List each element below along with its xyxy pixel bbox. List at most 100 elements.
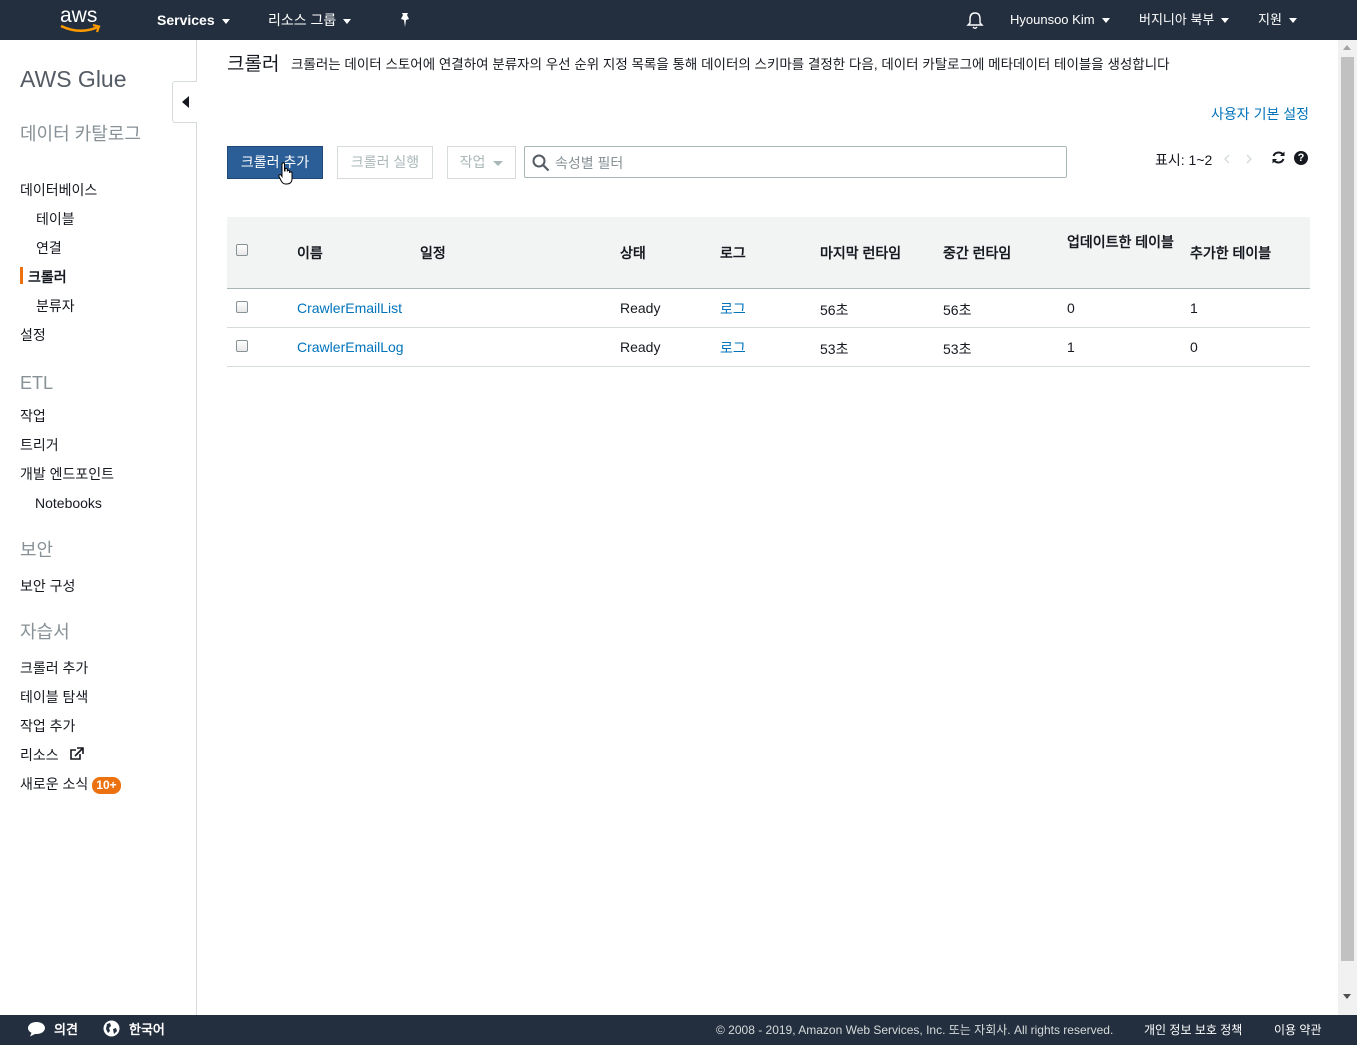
crawler-logs-link[interactable]: 로그: [720, 299, 746, 319]
sidebar-section-tutorials: 자습서: [20, 622, 70, 642]
column-header-name[interactable]: 이름: [297, 243, 323, 263]
globe-icon: [103, 1020, 120, 1037]
sidebar-item-add-crawler[interactable]: 크롤러 추가: [20, 658, 88, 678]
action-dropdown-label: 작업: [459, 154, 486, 170]
crawler-logs-link[interactable]: 로그: [720, 338, 746, 358]
pagination: 표시: 1~2: [1155, 150, 1212, 170]
page-title: 크롤러: [227, 54, 280, 75]
support-label: 지원: [1258, 12, 1282, 27]
column-header-tables-added[interactable]: 추가한 테이블: [1190, 243, 1271, 263]
page-scrollbar[interactable]: [1338, 40, 1357, 1015]
crawler-status: Ready: [620, 339, 661, 355]
notification-bell-icon[interactable]: [966, 11, 984, 29]
crawler-tables-added: 0: [1190, 339, 1198, 355]
scroll-up-icon[interactable]: [1343, 45, 1351, 50]
crawler-name-link[interactable]: CrawlerEmailList: [297, 300, 402, 316]
column-header-median-runtime[interactable]: 중간 런타임: [943, 243, 1011, 263]
whats-new-badge: 10+: [92, 777, 121, 794]
crawler-tables-added: 1: [1190, 300, 1198, 316]
sidebar-item-settings[interactable]: 설정: [20, 325, 46, 345]
privacy-policy-link[interactable]: 개인 정보 보호 정책: [1144, 1015, 1242, 1045]
language-selector[interactable]: 한국어: [103, 1015, 165, 1045]
sidebar-item-explore-table[interactable]: 테이블 탐색: [20, 687, 88, 707]
chevron-down-icon: [221, 18, 230, 24]
table-row[interactable]: CrawlerEmailList Ready 로그 56초 56초 0 1: [227, 289, 1310, 328]
hand-cursor-icon: [278, 162, 293, 185]
help-icon[interactable]: ?: [1294, 151, 1308, 165]
feedback-label: 의견: [54, 1022, 78, 1037]
active-indicator: [20, 267, 23, 284]
crawler-name-link[interactable]: CrawlerEmailLog: [297, 339, 404, 355]
column-header-tables-updated[interactable]: 업데이트한 테이블: [1067, 225, 1177, 260]
terms-link[interactable]: 이용 약관: [1274, 1015, 1322, 1045]
crawler-median-runtime: 56초: [943, 302, 972, 318]
crawler-tables-updated: 0: [1067, 300, 1075, 316]
chevron-right-icon[interactable]: [1246, 154, 1252, 164]
top-navigation-bar: aws Services 리소스 그룹 Hyounsoo Kim 버지니아 북부…: [0, 0, 1357, 40]
chevron-down-icon: [1101, 18, 1110, 24]
sidebar-item-resources-label: 리소스: [20, 747, 59, 763]
column-header-logs[interactable]: 로그: [720, 243, 746, 263]
sidebar-item-add-job[interactable]: 작업 추가: [20, 716, 75, 736]
sidebar-item-classifiers[interactable]: 분류자: [36, 296, 75, 316]
chevron-left-icon[interactable]: [1224, 154, 1230, 164]
refresh-icon[interactable]: [1271, 150, 1286, 165]
region-name: 버지니아 북부: [1139, 12, 1215, 27]
sidebar: AWS Glue 데이터 카탈로그 데이터베이스 테이블 연결 크롤러 분류자 …: [0, 40, 197, 1015]
resource-groups-menu[interactable]: 리소스 그룹: [268, 0, 352, 40]
table-row[interactable]: CrawlerEmailLog Ready 로그 53초 53초 1 0: [227, 328, 1310, 367]
sidebar-item-jobs[interactable]: 작업: [20, 406, 46, 426]
table-header-row: 이름 일정 상태 로그 마지막 런타임 중간 런타임 업데이트한 테이블 추가한…: [227, 217, 1310, 289]
add-crawler-button[interactable]: 크롤러 추가: [227, 146, 323, 179]
column-header-last-runtime[interactable]: 마지막 런타임: [820, 243, 901, 263]
scroll-down-icon[interactable]: [1343, 994, 1351, 999]
sidebar-section-data-catalog: 데이터 카탈로그: [20, 124, 141, 144]
feedback-button[interactable]: 의견: [27, 1015, 78, 1045]
sidebar-item-security-config[interactable]: 보안 구성: [20, 576, 75, 596]
row-checkbox[interactable]: [236, 301, 248, 313]
language-label: 한국어: [129, 1022, 165, 1037]
row-checkbox[interactable]: [236, 340, 248, 352]
sidebar-item-whats-new-label: 새로운 소식: [20, 776, 89, 792]
aws-logo[interactable]: aws: [60, 5, 104, 35]
sidebar-item-databases[interactable]: 데이터베이스: [20, 180, 97, 200]
sidebar-item-notebooks[interactable]: Notebooks: [35, 495, 102, 511]
user-name: Hyounsoo Kim: [1010, 12, 1095, 27]
sidebar-item-dev-endpoints[interactable]: 개발 엔드포인트: [20, 464, 114, 484]
filter-input[interactable]: [555, 153, 1055, 173]
action-dropdown-button[interactable]: 작업: [447, 146, 516, 179]
scroll-thumb[interactable]: [1341, 57, 1354, 961]
filter-search-box[interactable]: [524, 146, 1067, 178]
select-all-checkbox[interactable]: [236, 244, 248, 256]
run-crawler-button[interactable]: 크롤러 실행: [337, 146, 433, 179]
sidebar-item-tables[interactable]: 테이블: [36, 209, 75, 229]
main-content: 크롤러 크롤러는 데이터 스토어에 연결하여 분류자의 우선 순위 지정 목록을…: [198, 40, 1338, 1015]
sidebar-collapse-button[interactable]: [172, 81, 197, 123]
services-label: Services: [157, 12, 215, 28]
pin-icon[interactable]: [398, 12, 412, 28]
chevron-down-icon: [1288, 18, 1297, 24]
sidebar-title: AWS Glue: [20, 66, 127, 92]
sidebar-item-whats-new[interactable]: 새로운 소식 10+: [20, 774, 121, 794]
sidebar-item-triggers[interactable]: 트리거: [20, 435, 59, 455]
user-preferences-link[interactable]: 사용자 기본 설정: [1211, 104, 1309, 124]
column-header-status[interactable]: 상태: [620, 243, 646, 263]
pagination-text: 표시: 1~2: [1155, 152, 1213, 168]
crawler-median-runtime: 53초: [943, 341, 972, 357]
copyright-text: © 2008 - 2019, Amazon Web Services, Inc.…: [716, 1023, 1114, 1037]
sidebar-item-crawlers[interactable]: 크롤러: [28, 267, 67, 287]
aws-smile-icon: [60, 24, 101, 33]
chevron-down-icon: [343, 18, 352, 24]
region-menu[interactable]: 버지니아 북부: [1139, 0, 1230, 40]
crawler-status: Ready: [620, 300, 661, 316]
sidebar-item-resources[interactable]: 리소스: [20, 745, 85, 765]
resource-groups-label: 리소스 그룹: [268, 12, 337, 28]
support-menu[interactable]: 지원: [1258, 0, 1297, 40]
caret-left-icon: [182, 96, 189, 108]
column-header-schedule[interactable]: 일정: [420, 243, 446, 263]
search-icon: [532, 154, 550, 172]
crawler-last-runtime: 56초: [820, 302, 849, 318]
services-menu[interactable]: Services: [157, 0, 230, 40]
user-menu[interactable]: Hyounsoo Kim: [1010, 0, 1110, 40]
sidebar-item-connections[interactable]: 연결: [36, 238, 62, 258]
